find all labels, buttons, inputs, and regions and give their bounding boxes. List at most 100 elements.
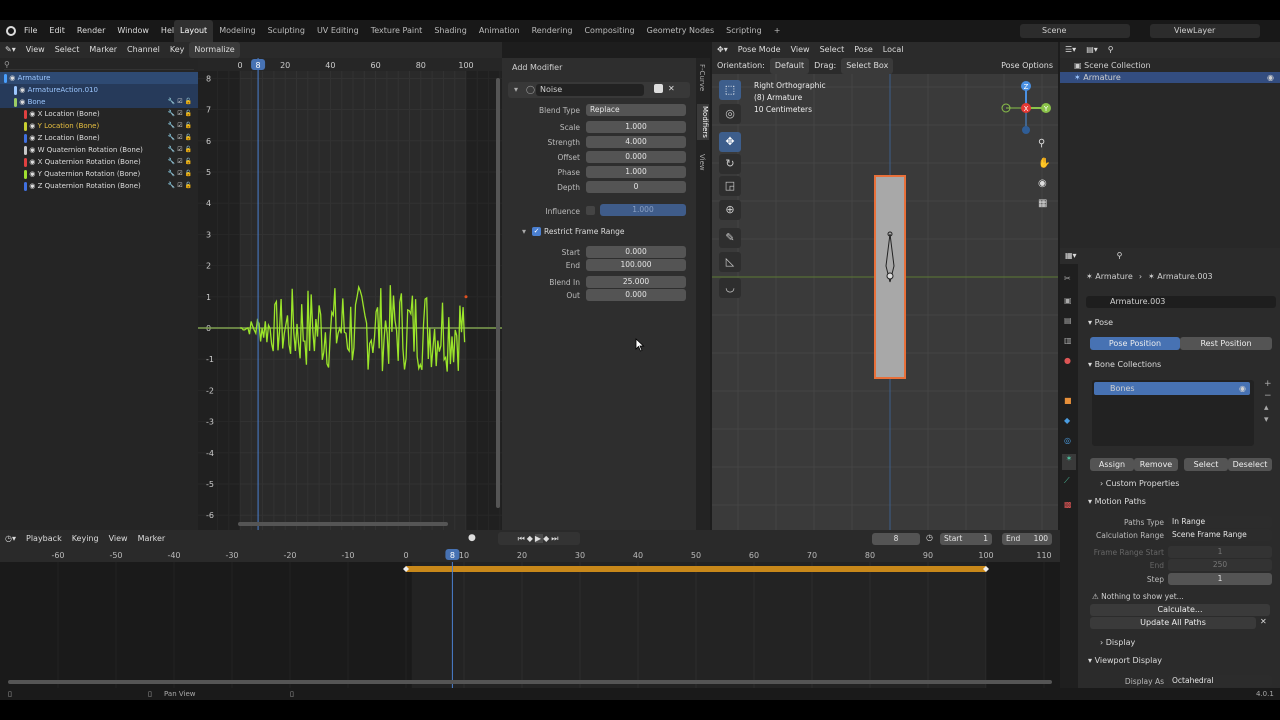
frame-end-field[interactable]: 250 (1168, 559, 1272, 571)
drag-dropdown[interactable]: Select Box (841, 58, 894, 74)
add-workspace-button[interactable]: + (768, 20, 787, 42)
modifier-tab-icon[interactable]: ◆ (1064, 416, 1070, 425)
rotate-tool-icon[interactable]: ↻ (719, 154, 741, 174)
channel-row[interactable]: ◉ Z Location (Bone) 🔧 ☑ 🔓 (0, 132, 198, 144)
channel-row[interactable]: ◉ Y Quaternion Rotation (Bone) 🔧 ☑ 🔓 (0, 168, 198, 180)
deselect-button[interactable]: Deselect (1228, 458, 1272, 471)
search-icon[interactable]: ⚲ (1103, 42, 1119, 58)
visibility-eye-icon[interactable]: ◉ (7, 74, 18, 82)
visibility-eye-icon[interactable]: ◉ (27, 110, 38, 118)
pan-hand-icon[interactable]: ✋ (1038, 158, 1050, 169)
phase-field[interactable]: 1.000 (586, 166, 686, 178)
select-button[interactable]: Select (1184, 458, 1228, 471)
step-field[interactable]: 1 (1168, 573, 1272, 585)
blend-out-field[interactable]: 0.000 (586, 289, 686, 301)
menu-render[interactable]: Render (71, 20, 111, 42)
graph-canvas[interactable]: 020406080100876543210-1-2-3-4-5-68 (198, 58, 502, 530)
offset-field[interactable]: 0.000 (586, 151, 686, 163)
visibility-eye-icon[interactable]: ◉ (17, 86, 28, 94)
annotate-tool-icon[interactable]: ✎ (719, 228, 741, 248)
calculate-button[interactable]: Calculate... (1090, 604, 1270, 616)
channel-search[interactable]: ⚲ (4, 60, 194, 70)
channel-row[interactable]: ◉ Bone 🔧 ☑ 🔓 (0, 96, 198, 108)
visibility-eye-icon[interactable]: ◉ (27, 170, 38, 178)
texture-tab-icon[interactable]: ▩ (1064, 500, 1072, 509)
viewport-menu-view[interactable]: View (786, 42, 815, 58)
channel-row[interactable]: ◉ Z Quaternion Rotation (Bone) 🔧 ☑ 🔓 (0, 180, 198, 192)
blend-in-field[interactable]: 25.000 (586, 276, 686, 288)
motion-paths-header[interactable]: ▾ Motion Paths (1088, 495, 1146, 509)
transform-tool-icon[interactable]: ⊕ (719, 200, 741, 220)
pose-options-dropdown[interactable]: Pose Options (996, 58, 1058, 74)
play-icon[interactable]: ▶ (534, 534, 544, 543)
grid-view-icon[interactable]: ▦ (1038, 198, 1047, 209)
move-down-icon[interactable]: ▾ (1264, 414, 1272, 426)
current-frame-field[interactable]: 8 (872, 533, 920, 545)
tab-texture-paint[interactable]: Texture Paint (365, 20, 429, 42)
measure-tool-icon[interactable]: ◺ (719, 252, 741, 272)
menu-window[interactable]: Window (111, 20, 155, 42)
graph-menu-select[interactable]: Select (50, 42, 85, 58)
graph-menu-view[interactable]: View (21, 42, 50, 58)
jump-start-icon[interactable]: ⏮ (518, 534, 527, 543)
channel-toggles-icon[interactable]: 🔧 ☑ 🔓 (168, 180, 192, 192)
tab-compositing[interactable]: Compositing (578, 20, 640, 42)
render-tab-icon[interactable]: ▣ (1064, 296, 1072, 305)
search-icon[interactable]: ⚲ (1112, 248, 1128, 264)
data-name-field[interactable]: Armature.003 (1086, 296, 1276, 308)
strength-field[interactable]: 4.000 (586, 136, 686, 148)
next-key-icon[interactable]: ◆ (543, 534, 551, 543)
channel-toggles-icon[interactable]: 🔧 ☑ 🔓 (168, 144, 192, 156)
display-header[interactable]: › Display (1100, 636, 1135, 650)
tab-uv-editing[interactable]: UV Editing (311, 20, 365, 42)
rest-position-button[interactable]: Rest Position (1180, 337, 1272, 350)
channel-toggles-icon[interactable]: 🔧 ☑ 🔓 (168, 108, 192, 120)
modifier-enable-checkbox[interactable] (654, 84, 663, 93)
influence-checkbox[interactable] (586, 206, 595, 215)
collapse-chevron-icon[interactable]: ▾ (522, 227, 526, 236)
collapse-chevron-icon[interactable]: ▾ (514, 85, 518, 94)
orientation-dropdown[interactable]: Default (769, 58, 810, 74)
channel-toggles-icon[interactable]: 🔧 ☑ 🔓 (168, 168, 192, 180)
visibility-eye-icon[interactable]: ◉ (17, 98, 28, 106)
add-icon[interactable]: + (1264, 378, 1272, 390)
visibility-eye-icon[interactable]: ◉ (27, 182, 38, 190)
channel-row[interactable]: ◉ X Quaternion Rotation (Bone) 🔧 ☑ 🔓 (0, 156, 198, 168)
graph-menu-channel[interactable]: Channel (122, 42, 165, 58)
channel-toggles-icon[interactable]: 🔧 ☑ 🔓 (168, 156, 192, 168)
camera-icon[interactable]: ◉ (1038, 178, 1047, 189)
channel-row[interactable]: ◉ W Quaternion Rotation (Bone) 🔧 ☑ 🔓 (0, 144, 198, 156)
mode-dropdown[interactable]: Pose Mode (733, 42, 786, 58)
scale-field[interactable]: 1.000 (586, 121, 686, 133)
viewport-3d[interactable]: ✥▾ Pose Mode View Select Pose Local Orientati… (712, 42, 1058, 530)
tab-geometry-nodes[interactable]: Geometry Nodes (641, 20, 720, 42)
bone-tab-icon[interactable]: ⟋ (1064, 476, 1070, 486)
visibility-eye-icon[interactable]: ◉ (1239, 382, 1246, 395)
move-up-icon[interactable]: ▴ (1264, 402, 1272, 414)
pose-position-button[interactable]: Pose Position (1090, 337, 1180, 350)
tab-animation[interactable]: Animation (473, 20, 526, 42)
start-frame-field[interactable]: Start 1 (940, 533, 992, 545)
custom-properties-header[interactable]: › Custom Properties (1100, 477, 1179, 491)
visibility-eye-icon[interactable]: ◉ (27, 122, 38, 130)
paths-type-dropdown[interactable]: In Range (1168, 516, 1272, 528)
graph-menu-marker[interactable]: Marker (84, 42, 122, 58)
scene-tab-icon[interactable]: ● (1064, 356, 1071, 365)
timeline-tracks[interactable] (0, 562, 1060, 688)
channel-toggles-icon[interactable]: 🔧 ☑ 🔓 (168, 132, 192, 144)
editor-type-icon[interactable]: ▦▾ (1060, 248, 1082, 264)
timeline-menu-marker[interactable]: Marker (133, 530, 171, 548)
editor-type-icon[interactable]: ✥▾ (712, 42, 733, 58)
viewport-menu-select[interactable]: Select (815, 42, 850, 58)
timeline-menu-keying[interactable]: Keying (67, 530, 104, 548)
viewport-menu-pose[interactable]: Pose (849, 42, 878, 58)
bone-collections-header[interactable]: ▾ Bone Collections (1088, 358, 1161, 372)
channel-toggles-icon[interactable]: 🔧 ☑ 🔓 (168, 120, 192, 132)
add-modifier-menu[interactable]: Add Modifier (512, 63, 562, 73)
tab-f-curve[interactable]: F-Curve (698, 64, 706, 91)
tool-tab-icon[interactable]: ✂ (1064, 274, 1071, 283)
blend-type-dropdown[interactable]: Replace (586, 104, 686, 116)
editor-type-icon[interactable]: ✎▾ (0, 42, 21, 58)
normalize-toggle[interactable]: Normalize (189, 42, 240, 58)
calc-range-dropdown[interactable]: Scene Frame Range (1168, 529, 1272, 541)
